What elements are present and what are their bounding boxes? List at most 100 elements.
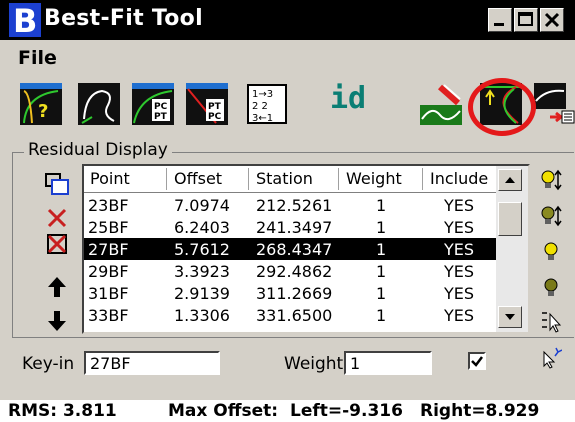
pc-pt-icon[interactable]: PC PT <box>132 83 174 125</box>
bulb-off-icon[interactable] <box>540 276 562 300</box>
svg-text:B: B <box>13 2 37 38</box>
table-row[interactable]: 29BF 3.3923 292.4862 1 YES <box>84 260 496 282</box>
header-offset[interactable]: Offset <box>174 169 222 188</box>
cell-point: 29BF <box>88 262 129 281</box>
status-rms: RMS: 3.811 <box>8 401 117 421</box>
cell-include: YES <box>444 218 475 237</box>
arrow-down-icon[interactable] <box>42 306 72 336</box>
cell-offset: 3.3923 <box>174 262 230 281</box>
keyin-input[interactable]: 27BF <box>84 351 220 375</box>
title-bar[interactable]: B Best-Fit Tool <box>0 0 575 40</box>
export-list-icon[interactable] <box>534 83 575 125</box>
scroll-up-button[interactable] <box>498 169 522 191</box>
header-weight[interactable]: Weight <box>346 169 402 188</box>
cell-station: 292.4862 <box>256 262 333 281</box>
minimize-button[interactable] <box>488 8 512 32</box>
cell-point: 27BF <box>88 240 129 259</box>
cell-weight: 1 <box>376 262 387 281</box>
residual-table[interactable]: Point Offset Station Weight Include 23BF… <box>82 164 530 334</box>
id-button[interactable]: id <box>330 81 366 116</box>
minimize-icon <box>494 23 504 26</box>
svg-text:PT: PT <box>208 102 222 112</box>
column-divider <box>166 168 167 190</box>
fit-curve-query-icon[interactable]: ? <box>20 83 62 125</box>
bulb-sort-up-icon[interactable] <box>540 168 562 192</box>
column-divider <box>248 168 249 190</box>
keyin-label: Key-in <box>22 354 75 374</box>
svg-text:PC: PC <box>154 102 168 112</box>
table-row[interactable]: 33BF 1.3306 331.6500 1 YES <box>84 304 496 326</box>
cell-weight: 1 <box>376 196 387 215</box>
cell-include: YES <box>444 284 475 303</box>
svg-text:2 2: 2 2 <box>252 101 268 112</box>
cell-offset: 1.3306 <box>174 306 230 325</box>
bulb-sort-icon[interactable] <box>540 204 562 228</box>
include-checkbox[interactable] <box>468 352 486 370</box>
pt-pc-icon[interactable]: PT PC <box>186 83 228 125</box>
menu-file[interactable]: File <box>18 47 57 69</box>
header-include[interactable]: Include <box>430 169 488 188</box>
window-icon[interactable] <box>42 170 72 200</box>
menu-bar: File <box>0 44 575 72</box>
cell-point: 31BF <box>88 284 129 303</box>
delete-all-icon[interactable] <box>42 229 72 259</box>
weight-label: Weight <box>284 354 344 374</box>
table-row[interactable]: 23BF 7.0974 212.5261 1 YES <box>84 194 496 216</box>
bulb-on-icon[interactable] <box>540 240 562 264</box>
cell-point: 33BF <box>88 306 129 325</box>
checkmark-icon <box>471 356 483 367</box>
renumber-icon[interactable]: 1→3 2 2 3←1 <box>246 83 288 125</box>
highlight-ring <box>468 78 536 136</box>
cell-include: YES <box>444 240 475 259</box>
residual-display-label: Residual Display <box>24 140 172 160</box>
arrow-up-icon[interactable] <box>42 272 72 302</box>
cell-offset: 2.9139 <box>174 284 230 303</box>
display-residuals-icon[interactable] <box>420 83 462 125</box>
table-row[interactable]: 31BF 2.9139 311.2669 1 YES <box>84 282 496 304</box>
header-divider <box>84 192 496 193</box>
close-button[interactable] <box>540 8 564 32</box>
weight-input[interactable]: 1 <box>344 351 432 375</box>
status-max-offset-label: Max Offset: <box>168 401 279 421</box>
fit-spiral-icon[interactable] <box>78 83 120 125</box>
close-icon <box>544 12 560 28</box>
cell-point: 25BF <box>88 218 129 237</box>
triangle-down-icon <box>505 314 515 320</box>
cell-offset: 6.2403 <box>174 218 230 237</box>
triangle-up-icon <box>505 177 515 183</box>
select-pointer-icon[interactable] <box>540 310 562 334</box>
cell-offset: 7.0974 <box>174 196 230 215</box>
cell-station: 331.6500 <box>256 306 333 325</box>
cell-station: 311.2669 <box>256 284 333 303</box>
svg-text:1→3: 1→3 <box>252 89 273 100</box>
pick-point-icon[interactable] <box>540 346 562 370</box>
cell-include: YES <box>444 196 475 215</box>
svg-text:PC: PC <box>208 112 222 122</box>
cell-station: 212.5261 <box>256 196 333 215</box>
table-scrollbar[interactable] <box>496 166 528 332</box>
cell-weight: 1 <box>376 218 387 237</box>
column-divider <box>422 168 423 190</box>
header-station[interactable]: Station <box>256 169 313 188</box>
svg-text:3←1: 3←1 <box>252 113 273 124</box>
cell-include: YES <box>444 262 475 281</box>
window-title: Best-Fit Tool <box>44 6 203 31</box>
app-icon: B <box>9 2 41 38</box>
maximize-button[interactable] <box>514 8 538 32</box>
cell-weight: 1 <box>376 284 387 303</box>
table-row-selected[interactable]: 27BF 5.7612 268.4347 1 YES <box>84 238 496 260</box>
svg-text:?: ? <box>38 101 48 122</box>
table-row[interactable]: 25BF 6.2403 241.3497 1 YES <box>84 216 496 238</box>
cell-offset: 5.7612 <box>174 240 230 259</box>
cell-weight: 1 <box>376 306 387 325</box>
header-point[interactable]: Point <box>90 169 130 188</box>
column-divider <box>338 168 339 190</box>
maximize-icon <box>518 12 533 26</box>
scroll-down-button[interactable] <box>498 306 522 328</box>
cell-station: 268.4347 <box>256 240 333 259</box>
scroll-thumb[interactable] <box>498 202 522 236</box>
best-fit-window: B Best-Fit Tool File ? PC PT PT PC 1→3 2… <box>0 0 575 400</box>
svg-text:PT: PT <box>154 112 168 122</box>
cell-point: 23BF <box>88 196 129 215</box>
cell-include: YES <box>444 306 475 325</box>
